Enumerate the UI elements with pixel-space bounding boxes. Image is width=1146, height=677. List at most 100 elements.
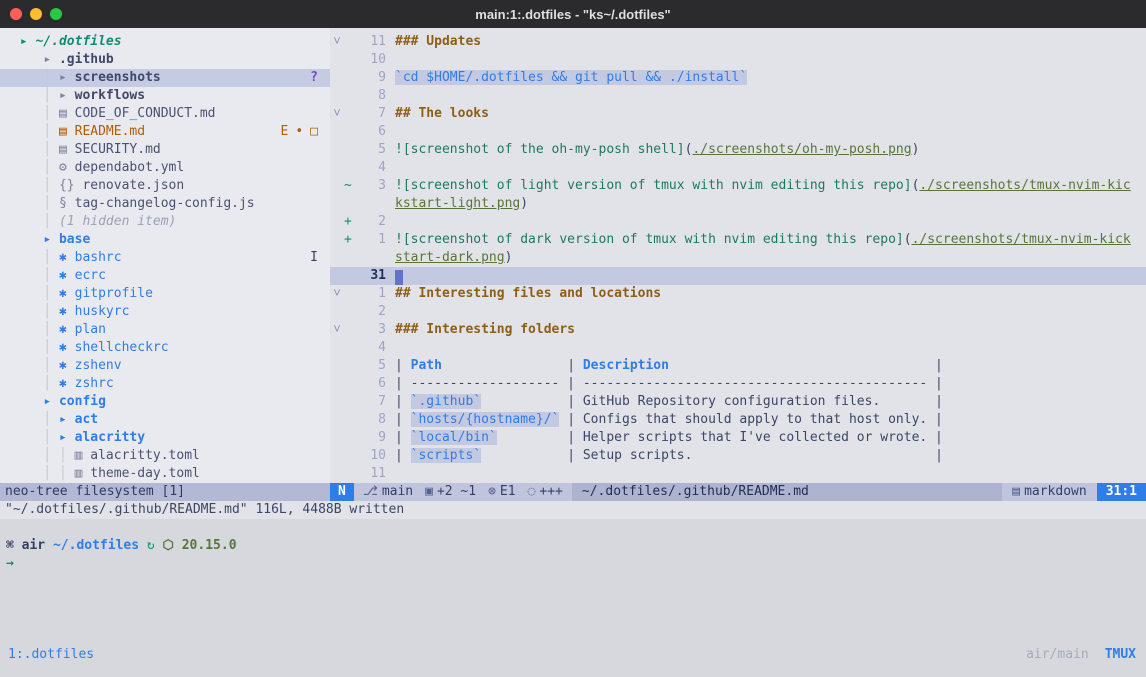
editor-line[interactable]: 9| `local/bin` | Helper scripts that I'v… — [330, 429, 1146, 447]
editor-line[interactable]: 31 — [330, 267, 1146, 285]
tree-item[interactable]: │ ▸ screenshots? — [0, 69, 330, 87]
indent-guide: │ — [12, 177, 59, 195]
fold-icon — [330, 375, 344, 393]
fold-icon — [330, 411, 344, 429]
filetype-segment: ▤markdown — [1002, 483, 1096, 501]
tree-item[interactable]: │ ✱ bashrcI — [0, 249, 330, 267]
editor-line[interactable]: kstart-light.png) — [330, 195, 1146, 213]
titlebar[interactable]: main:1:.dotfiles - "ks~/.dotfiles" — [0, 0, 1146, 28]
editor-line[interactable]: 6 — [330, 123, 1146, 141]
git-sign — [344, 321, 356, 339]
shell-pane[interactable]: ⌘ air ~/.dotfiles ↻ ⬡ 20.15.0 → — [0, 519, 1146, 644]
minimize-button[interactable] — [30, 8, 42, 20]
tmux-window-name[interactable]: 1:.dotfiles — [8, 645, 94, 665]
editor-line[interactable]: 8 — [330, 87, 1146, 105]
tree-item[interactable]: ▸ config — [0, 393, 330, 411]
diagnostic-error-badge: E — [281, 123, 289, 141]
line-number: 9 — [356, 69, 395, 87]
tree-item[interactable]: │ │ ▥ theme-day.toml — [0, 465, 330, 483]
line-number: 7 — [356, 393, 395, 411]
editor-line[interactable]: 4 — [330, 159, 1146, 177]
editor-line[interactable]: 6| ------------------- | ---------------… — [330, 375, 1146, 393]
tree-item[interactable]: │ § tag-changelog-config.js — [0, 195, 330, 213]
line-number: 10 — [356, 51, 395, 69]
tree-item[interactable]: │ ✱ shellcheckrc — [0, 339, 330, 357]
tree-item[interactable]: │ ▤ README.mdE•□ — [0, 123, 330, 141]
fold-icon — [330, 267, 344, 285]
mode-indicator: N — [330, 483, 354, 501]
tree-item[interactable]: │ ✱ ecrc — [0, 267, 330, 285]
markdown-file-icon: ▤ — [59, 105, 75, 123]
tree-item-label: ecrc — [75, 267, 106, 285]
editor-line[interactable]: +1![screenshot of dark version of tmux w… — [330, 231, 1146, 249]
node-version: 20.15.0 — [182, 538, 237, 553]
tree-item-label: (1 hidden item) — [59, 213, 176, 231]
tree-item[interactable]: │ ⚙ dependabot.yml — [0, 159, 330, 177]
editor-line[interactable]: ˅7## The looks — [330, 105, 1146, 123]
indent-guide: │ — [12, 105, 59, 123]
hunks-token: ◌+++ — [528, 483, 563, 501]
editor-line[interactable]: 7| `.github` | GitHub Repository configu… — [330, 393, 1146, 411]
editor-line[interactable]: 8| `hosts/{hostname}/` | Configs that sh… — [330, 411, 1146, 429]
tree-item[interactable]: │ ✱ zshenv — [0, 357, 330, 375]
tree-item[interactable]: │ │ ▥ alacritty.toml — [0, 447, 330, 465]
expander-icon: ▸ — [20, 33, 36, 51]
editor-line[interactable]: 10| `scripts` | Setup scripts. | — [330, 447, 1146, 465]
tree-item[interactable]: │ ▸ alacritty — [0, 429, 330, 447]
tree-item-label: theme-day.toml — [90, 465, 200, 483]
fold-icon: ˅ — [330, 33, 344, 51]
tree-item[interactable]: │ (1 hidden item) — [0, 213, 330, 231]
git-sign — [344, 357, 356, 375]
indent-guide — [12, 33, 20, 51]
tree-item-label: act — [75, 411, 98, 429]
fullscreen-button[interactable] — [50, 8, 62, 20]
editor-line[interactable]: ˅11### Updates — [330, 33, 1146, 51]
tree-item-label: gitprofile — [75, 285, 153, 303]
status-row: neo-tree filesystem [1] N⎇main▣+2 ~1⊗E1◌… — [0, 483, 1146, 501]
tree-item[interactable]: │ ✱ zshrc — [0, 375, 330, 393]
markdown-icon: ▤ — [1012, 484, 1020, 499]
editor-line[interactable]: ˅3### Interesting folders — [330, 321, 1146, 339]
tree-item[interactable]: │ ▤ SECURITY.md — [0, 141, 330, 159]
line-number: 5 — [356, 141, 395, 159]
editor-line[interactable]: 10 — [330, 51, 1146, 69]
editor-line[interactable]: 9`cd $HOME/.dotfiles && git pull && ./in… — [330, 69, 1146, 87]
close-button[interactable] — [10, 8, 22, 20]
shellrc-file-icon: ✱ — [59, 285, 75, 303]
editor-line[interactable]: 5| Path | Description | — [330, 357, 1146, 375]
editor-line[interactable]: ˅1## Interesting files and locations — [330, 285, 1146, 303]
fold-icon — [330, 87, 344, 105]
tree-item[interactable]: ▸ ~/.dotfiles — [0, 33, 330, 51]
folder-icon: ▸ — [43, 393, 59, 411]
git-sign — [344, 159, 356, 177]
git-sync-icon: ↻ — [147, 538, 163, 553]
tree-item[interactable]: ▸ base — [0, 231, 330, 249]
editor-line[interactable]: 4 — [330, 339, 1146, 357]
indent-guide: │ — [12, 303, 59, 321]
tree-item[interactable]: │ ▤ CODE_OF_CONDUCT.md — [0, 105, 330, 123]
neo-tree-panel[interactable]: ▸ ~/.dotfiles ▸ .github │ ▸ screenshots?… — [0, 28, 330, 483]
editor-line[interactable]: ~3![screenshot of light version of tmux … — [330, 177, 1146, 195]
editor-line[interactable]: 5![screenshot of the oh-my-posh shell](.… — [330, 141, 1146, 159]
editor-line[interactable]: start-dark.png) — [330, 249, 1146, 267]
tree-item-label: renovate.json — [82, 177, 184, 195]
tree-item[interactable]: │ ✱ plan — [0, 321, 330, 339]
indent-guide — [12, 231, 43, 249]
indent-guide — [12, 51, 43, 69]
git-sign — [344, 411, 356, 429]
line-number — [356, 195, 395, 213]
tree-item[interactable]: │ ✱ huskyrc — [0, 303, 330, 321]
tree-item[interactable]: │ ✱ gitprofile — [0, 285, 330, 303]
indent-guide: │ — [12, 321, 59, 339]
fold-icon: ˅ — [330, 321, 344, 339]
tree-item[interactable]: │ ▸ workflows — [0, 87, 330, 105]
editor-line[interactable]: 11 — [330, 465, 1146, 483]
editor-line[interactable]: +2 — [330, 213, 1146, 231]
tree-item[interactable]: │ {} renovate.json — [0, 177, 330, 195]
tree-item[interactable]: │ ▸ act — [0, 411, 330, 429]
editor-line[interactable]: 2 — [330, 303, 1146, 321]
tree-item-label: CODE_OF_CONDUCT.md — [75, 105, 216, 123]
editor-pane[interactable]: ˅11### Updates109`cd $HOME/.dotfiles && … — [330, 28, 1146, 483]
tree-item[interactable]: ▸ .github — [0, 51, 330, 69]
line-number: 11 — [356, 33, 395, 51]
